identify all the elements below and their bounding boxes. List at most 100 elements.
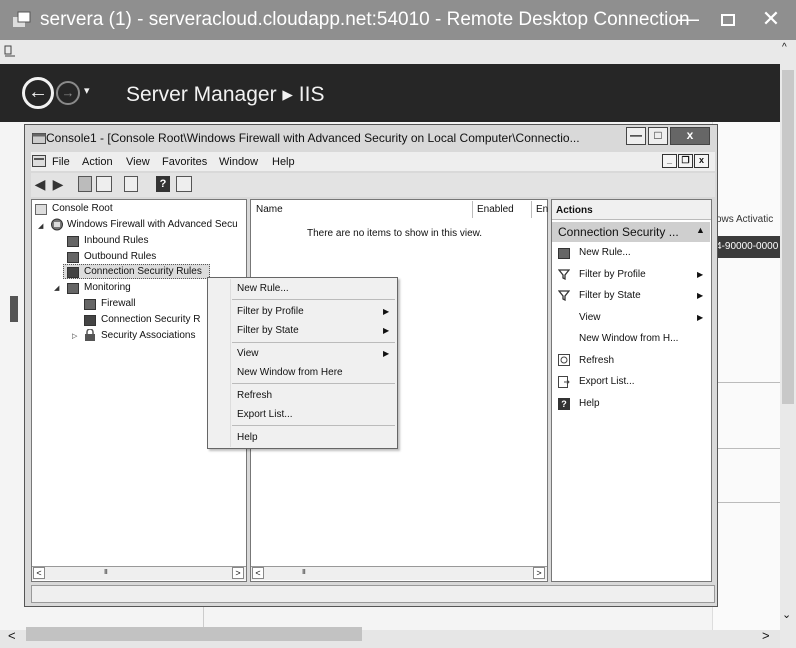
submenu-arrow-icon: ▶: [697, 313, 704, 322]
menu-favorites[interactable]: Favorites: [162, 156, 207, 168]
collapse-arrow-icon[interactable]: ▲: [696, 225, 705, 235]
context-menu-export-list[interactable]: Export List...: [237, 409, 293, 420]
scroll-left-button[interactable]: <: [252, 567, 264, 579]
console-minimize-button[interactable]: —: [626, 127, 646, 145]
actions-section-label[interactable]: Connection Security ...: [558, 225, 679, 239]
divider: [712, 382, 780, 383]
submenu-arrow-icon: ▶: [383, 326, 390, 335]
column-header-endpoint[interactable]: En: [536, 204, 548, 215]
mdi-close-button[interactable]: x: [694, 154, 709, 168]
connection-security-icon: [67, 267, 79, 278]
scroll-right-button[interactable]: >: [762, 628, 770, 643]
pin-icon[interactable]: [4, 45, 16, 57]
tree-node-firewall[interactable]: Windows Firewall with Advanced Secu: [67, 218, 238, 232]
scroll-left-button[interactable]: <: [33, 567, 45, 579]
minimize-button[interactable]: —: [668, 4, 708, 36]
expand-icon[interactable]: ▷: [72, 332, 77, 340]
filter-icon: [558, 269, 570, 280]
column-header-name[interactable]: Name: [256, 204, 283, 215]
action-export-list[interactable]: Export List...: [579, 376, 635, 387]
action-new-rule[interactable]: New Rule...: [579, 247, 631, 258]
tree-node-monitor-firewall[interactable]: Firewall: [101, 297, 135, 311]
column-header-enabled[interactable]: Enabled: [477, 204, 514, 215]
menu-separator: [232, 299, 395, 300]
menu-icon-gutter: [230, 279, 231, 447]
tree-node-connection-security-rules[interactable]: Connection Security Rules: [84, 265, 202, 279]
close-button[interactable]: ✕: [748, 4, 794, 36]
tree-node-monitor-connection-security[interactable]: Connection Security R: [101, 313, 201, 327]
scroll-right-button[interactable]: >: [232, 567, 244, 579]
tree-node-console-root[interactable]: Console Root: [52, 202, 113, 216]
action-help[interactable]: Help: [579, 398, 600, 409]
context-menu-filter-by-profile[interactable]: Filter by Profile: [237, 306, 304, 317]
scroll-up-button[interactable]: ^: [782, 42, 787, 53]
back-arrow-icon[interactable]: ◀: [32, 176, 48, 192]
action-new-window[interactable]: New Window from H...: [579, 333, 678, 344]
menu-separator: [232, 425, 395, 426]
context-menu-filter-by-state[interactable]: Filter by State: [237, 325, 299, 336]
firewall-monitor-icon: [84, 299, 96, 310]
help-icon[interactable]: ?: [156, 176, 170, 192]
context-menu-refresh[interactable]: Refresh: [237, 390, 272, 401]
empty-list-message: There are no items to show in this view.: [307, 228, 483, 239]
action-view[interactable]: View: [579, 312, 601, 323]
firewall-icon: [51, 218, 63, 231]
export-list-icon[interactable]: [124, 176, 138, 192]
server-manager-header: [0, 64, 780, 122]
context-menu-help[interactable]: Help: [237, 432, 258, 443]
console-maximize-button[interactable]: □: [648, 127, 668, 145]
mdi-minimize-button[interactable]: _: [662, 154, 677, 168]
menu-file[interactable]: File: [52, 156, 70, 168]
menu-action[interactable]: Action: [82, 156, 113, 168]
monitoring-icon: [67, 283, 79, 294]
tree-horizontal-scrollbar[interactable]: [32, 566, 246, 580]
menu-view[interactable]: View: [126, 156, 150, 168]
maximize-button[interactable]: [708, 4, 748, 36]
history-dropdown-icon[interactable]: ▾: [84, 84, 90, 97]
background-row-text: 4-90000-0000: [716, 241, 779, 252]
forward-arrow-icon[interactable]: ▶: [50, 176, 66, 192]
action-filter-by-state[interactable]: Filter by State: [579, 290, 641, 301]
collapse-icon[interactable]: ◢: [54, 284, 59, 292]
context-menu-new-rule[interactable]: New Rule...: [237, 283, 289, 294]
export-icon: [558, 376, 570, 388]
list-horizontal-scrollbar[interactable]: [251, 566, 547, 580]
menu-separator: [232, 342, 395, 343]
context-menu-view[interactable]: View: [237, 348, 259, 359]
context-menu: [207, 277, 398, 449]
mdi-restore-button[interactable]: ❐: [678, 154, 693, 168]
tree-node-monitoring[interactable]: Monitoring: [84, 281, 131, 295]
action-refresh[interactable]: Refresh: [579, 355, 614, 366]
background-splitter: [10, 296, 18, 322]
mmc-document-icon[interactable]: [32, 155, 46, 167]
scroll-right-button[interactable]: >: [533, 567, 545, 579]
scroll-left-button[interactable]: <: [8, 628, 16, 643]
show-console-tree-icon[interactable]: [96, 176, 112, 192]
column-divider[interactable]: [531, 201, 532, 218]
horizontal-scroll-thumb[interactable]: [26, 627, 362, 641]
action-filter-by-profile[interactable]: Filter by Profile: [579, 269, 646, 280]
status-bar: [31, 585, 715, 603]
tree-node-inbound-rules[interactable]: Inbound Rules: [84, 234, 149, 248]
show-action-pane-icon[interactable]: [176, 176, 192, 192]
scroll-grip-icon[interactable]: III: [104, 569, 108, 576]
context-menu-new-window[interactable]: New Window from Here: [237, 367, 343, 378]
tree-node-security-associations[interactable]: Security Associations: [101, 329, 196, 343]
column-divider[interactable]: [472, 201, 473, 218]
menu-window[interactable]: Window: [219, 156, 258, 168]
help-icon: ?: [558, 398, 570, 410]
menu-separator: [232, 383, 395, 384]
tree-node-outbound-rules[interactable]: Outbound Rules: [84, 250, 156, 264]
scroll-down-button[interactable]: ⌄: [782, 608, 791, 621]
collapse-icon[interactable]: ◢: [38, 222, 43, 230]
menu-help[interactable]: Help: [272, 156, 295, 168]
back-arrow-icon[interactable]: ←: [22, 77, 54, 109]
background-text: ows Activatic: [716, 214, 774, 225]
console-close-button[interactable]: x: [670, 127, 710, 145]
divider: [712, 448, 780, 449]
vertical-scroll-thumb[interactable]: [782, 70, 794, 404]
scroll-grip-icon[interactable]: III: [302, 569, 306, 576]
up-one-level-icon[interactable]: [78, 176, 92, 192]
forward-arrow-icon[interactable]: →: [56, 81, 80, 105]
filter-icon: [558, 290, 570, 301]
